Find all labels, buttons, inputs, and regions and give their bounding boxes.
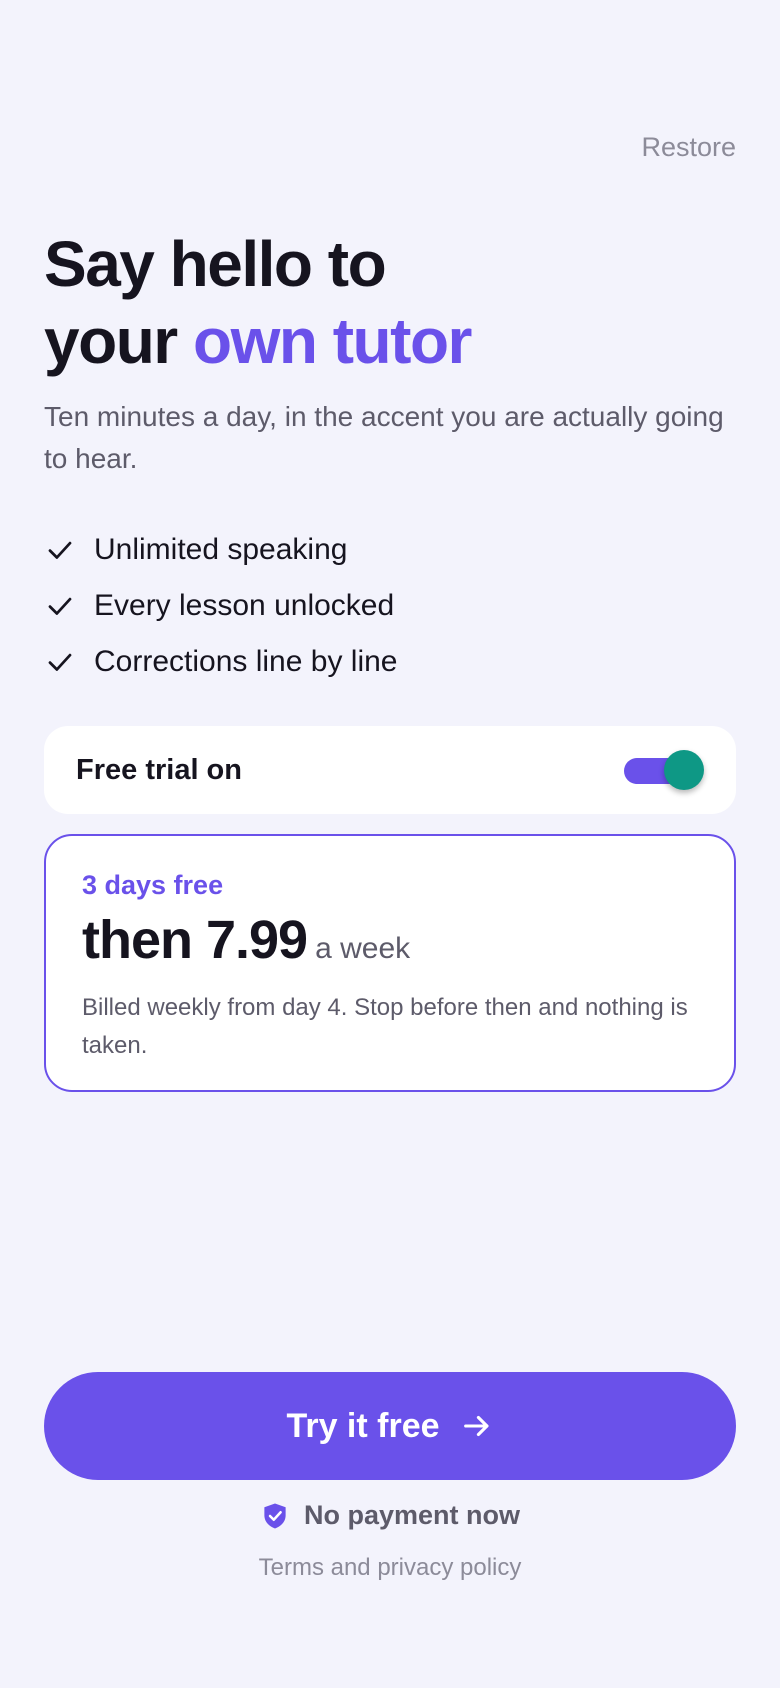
plan-card[interactable]: 3 days free then 7.99 a week Billed week… [44, 834, 736, 1092]
toggle-thumb [664, 750, 704, 790]
plan-trial-text: 3 days free [82, 870, 224, 900]
plan-billing-note: Billed weekly from day 4. Stop before th… [82, 994, 688, 1059]
check-icon [44, 590, 76, 622]
free-trial-toggle[interactable] [624, 750, 704, 790]
try-free-button[interactable]: Try it free [44, 1372, 736, 1480]
arrow-right-icon [460, 1409, 494, 1443]
shield-check-icon [260, 1501, 290, 1531]
feature-label: Corrections line by line [94, 645, 398, 678]
free-trial-row: Free trial on [44, 726, 736, 814]
feature-label: Every lesson unlocked [94, 589, 395, 622]
no-payment-note: No payment now [0, 1500, 780, 1531]
feature-item: Every lesson unlocked [44, 578, 397, 634]
try-free-label: Try it free [286, 1406, 440, 1445]
plan-price: then 7.99 [82, 910, 308, 970]
feature-item: Corrections line by line [44, 634, 397, 690]
title-line-2-accent: own tutor [192, 305, 472, 377]
check-icon [44, 534, 76, 566]
free-trial-label: Free trial on [76, 753, 242, 786]
plan-period: a week [315, 932, 411, 965]
plan-price-row: then 7.99 a week [82, 909, 698, 971]
terms-privacy-link[interactable]: Terms and privacy policy [0, 1554, 780, 1582]
no-payment-label: No payment now [303, 1500, 520, 1530]
feature-item: Unlimited speaking [44, 522, 397, 578]
feature-list: Unlimited speaking Every lesson unlocked… [44, 522, 397, 690]
page-title: Say hello to your own tutor [44, 226, 472, 380]
title-line-1: Say hello to [44, 228, 387, 300]
feature-label: Unlimited speaking [94, 533, 348, 566]
paywall-screen: Restore Say hello to your own tutor Ten … [0, 0, 780, 1688]
page-subtitle: Ten minutes a day, in the accent you are… [44, 401, 724, 474]
check-icon [44, 646, 76, 678]
restore-button[interactable]: Restore [641, 132, 736, 163]
title-line-2-plain: your [44, 305, 193, 377]
